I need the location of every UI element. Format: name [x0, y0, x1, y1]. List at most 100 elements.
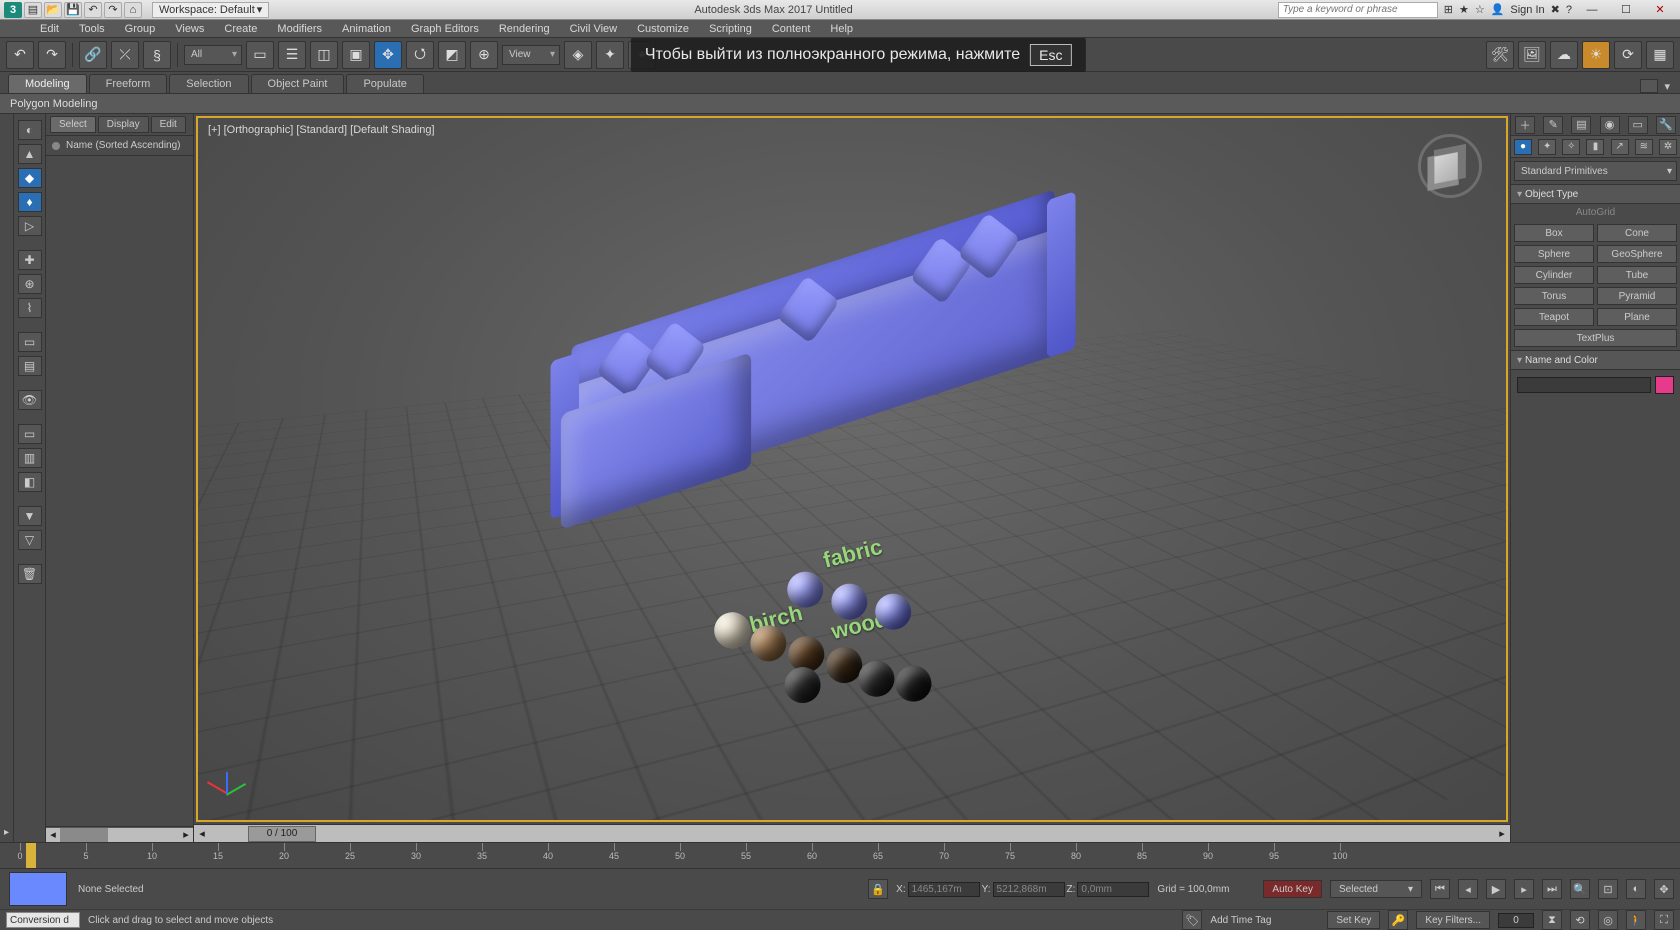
menu-views[interactable]: Views	[165, 23, 214, 35]
menu-grapheditors[interactable]: Graph Editors	[401, 23, 489, 35]
cloud-icon[interactable]: ☆	[1475, 3, 1485, 16]
manip-button[interactable]: ✦	[596, 41, 624, 69]
minimize-button[interactable]: —	[1578, 2, 1606, 18]
menu-customize[interactable]: Customize	[627, 23, 699, 35]
category-dropdown[interactable]: Standard Primitives	[1514, 161, 1677, 181]
link-button[interactable]: 🔗	[79, 41, 107, 69]
next-frame-icon[interactable]: ▸	[1514, 879, 1534, 899]
rollout-namecolor[interactable]: Name and Color	[1511, 350, 1680, 370]
menu-group[interactable]: Group	[115, 23, 166, 35]
timetag-icon[interactable]: 🏷	[1182, 910, 1202, 930]
track-bar[interactable]: 0510152025303540455055606570758085909510…	[0, 842, 1680, 868]
scroll-left-icon[interactable]: ◂	[46, 828, 60, 842]
filter-spacewarps-icon[interactable]: ⊛	[18, 274, 42, 294]
filter-lights-icon[interactable]: ♦	[18, 192, 42, 212]
layer-icon[interactable]: ◧	[18, 472, 42, 492]
container-icon[interactable]: ▥	[18, 448, 42, 468]
select-name-button[interactable]: ☰	[278, 41, 306, 69]
app-icon[interactable]: 3	[4, 2, 22, 18]
keyfilters-button[interactable]: Key Filters...	[1416, 911, 1490, 929]
obj-box[interactable]: Box	[1514, 224, 1594, 242]
ribbon-tab-modeling[interactable]: Modeling	[8, 74, 87, 93]
environment-button[interactable]: ☁	[1550, 41, 1578, 69]
walk-icon[interactable]: 🚶	[1626, 910, 1646, 930]
cmd-display-icon[interactable]: ▭	[1628, 116, 1648, 134]
menu-scripting[interactable]: Scripting	[699, 23, 762, 35]
scale-button[interactable]: ◩	[438, 41, 466, 69]
cat-systems-icon[interactable]: ✲	[1659, 139, 1677, 155]
select-object-button[interactable]: ▭	[246, 41, 274, 69]
viewcube-cube[interactable]	[1434, 144, 1465, 184]
bind-spacewarp-button[interactable]: §	[143, 41, 171, 69]
material-preview-thumb[interactable]	[9, 872, 67, 906]
zoom-all-icon[interactable]: ⊡	[1598, 879, 1618, 899]
move-button[interactable]: ✥	[374, 41, 402, 69]
project-icon[interactable]: ⌂	[124, 2, 142, 18]
redo-button[interactable]: ↷	[38, 41, 66, 69]
cat-helpers-icon[interactable]: ↗	[1611, 139, 1629, 155]
open-icon[interactable]: 📂	[44, 2, 62, 18]
filter-geometry-icon[interactable]: ▲	[18, 144, 42, 164]
obj-tube[interactable]: Tube	[1597, 266, 1677, 284]
fov-icon[interactable]: ◐	[1626, 879, 1646, 899]
render-iterative-button[interactable]: ⟳	[1614, 41, 1642, 69]
ribbon-tab-objectpaint[interactable]: Object Paint	[251, 74, 345, 93]
help-icon[interactable]: ?	[1566, 4, 1572, 16]
menu-edit[interactable]: Edit	[30, 23, 69, 35]
timeslider-left-icon[interactable]: ◂	[194, 826, 210, 842]
viewport[interactable]: [+] [Orthographic] [Standard] [Default S…	[196, 116, 1508, 822]
hide-icon[interactable]: 👁	[18, 390, 42, 410]
cat-spacewarps-icon[interactable]: ≋	[1635, 139, 1653, 155]
time-slider[interactable]: ◂ 0 / 100 ▸	[194, 824, 1510, 842]
menu-rendering[interactable]: Rendering	[489, 23, 560, 35]
ribbon-toggle-icon[interactable]	[1640, 79, 1658, 93]
obj-cone[interactable]: Cone	[1597, 224, 1677, 242]
key-icon[interactable]: 🔑	[1388, 910, 1408, 930]
new-icon[interactable]: ▤	[24, 2, 42, 18]
menu-create[interactable]: Create	[214, 23, 267, 35]
autogrid-checkbox[interactable]: AutoGrid	[1511, 204, 1680, 221]
scene-tab-display[interactable]: Display	[98, 116, 149, 133]
x-input[interactable]	[908, 882, 980, 897]
scene-explorer-list[interactable]	[46, 156, 193, 826]
goto-end-icon[interactable]: ⏭	[1542, 879, 1562, 899]
autodesk-apps-icon[interactable]: ⊞	[1444, 3, 1453, 16]
ribbon-tab-freeform[interactable]: Freeform	[89, 74, 168, 93]
autokey-button[interactable]: Auto Key	[1263, 880, 1322, 898]
menu-modifiers[interactable]: Modifiers	[267, 23, 332, 35]
refcoord-dropdown[interactable]: View	[502, 45, 560, 65]
placement-button[interactable]: ⊕	[470, 41, 498, 69]
filter-shapes-icon[interactable]: ◆	[18, 168, 42, 188]
user-icon[interactable]: 👤	[1491, 3, 1505, 16]
close-button[interactable]: ✕	[1646, 2, 1674, 18]
filter-cameras-icon[interactable]: ▷	[18, 216, 42, 236]
time-config-icon[interactable]: ⧗	[1542, 910, 1562, 930]
obj-textplus[interactable]: TextPlus	[1514, 329, 1677, 347]
menu-animation[interactable]: Animation	[332, 23, 401, 35]
workspace-dropdown[interactable]: Workspace: Default ▾	[152, 2, 269, 18]
obj-teapot[interactable]: Teapot	[1514, 308, 1594, 326]
save-icon[interactable]: 💾	[64, 2, 82, 18]
undo-qat-icon[interactable]: ↶	[84, 2, 102, 18]
cat-geometry-icon[interactable]: ●	[1514, 139, 1532, 155]
rollout-objecttype[interactable]: Object Type	[1511, 184, 1680, 204]
cmd-create-icon[interactable]: ＋	[1515, 116, 1535, 134]
exchange-icon[interactable]: ✖	[1551, 3, 1560, 16]
obj-sphere[interactable]: Sphere	[1514, 245, 1594, 263]
filter-helpers-icon[interactable]: ✚	[18, 250, 42, 270]
filter-bone-icon[interactable]: ⌇	[18, 298, 42, 318]
viewport-label[interactable]: [+] [Orthographic] [Standard] [Default S…	[208, 124, 435, 136]
y-input[interactable]	[993, 882, 1065, 897]
cmd-motion-icon[interactable]: ◉	[1600, 116, 1620, 134]
zoom-extents-icon[interactable]: 🔍	[1570, 879, 1590, 899]
undo-button[interactable]: ↶	[6, 41, 34, 69]
add-time-tag[interactable]: Add Time Tag	[1210, 915, 1271, 926]
goto-start-icon[interactable]: ⏮	[1430, 879, 1450, 899]
select-region-button[interactable]: ◫	[310, 41, 338, 69]
rotate-button[interactable]: ⭯	[406, 41, 434, 69]
cmd-utilities-icon[interactable]: 🔧	[1656, 116, 1676, 134]
maximize-viewport-icon[interactable]: ⛶	[1654, 910, 1674, 930]
current-frame-input[interactable]	[1498, 913, 1534, 928]
object-name-input[interactable]	[1517, 377, 1651, 393]
prev-frame-icon[interactable]: ◂	[1458, 879, 1478, 899]
